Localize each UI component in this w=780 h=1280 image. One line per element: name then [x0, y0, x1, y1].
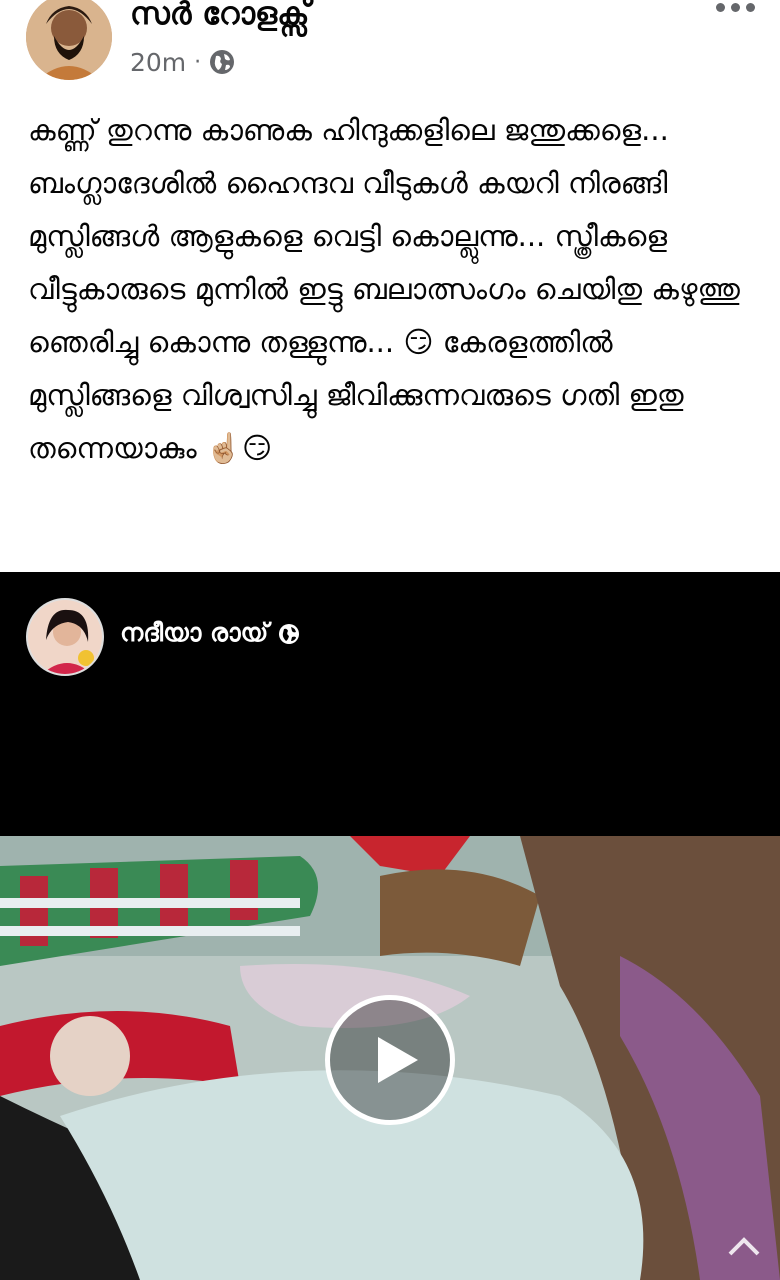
shared-video[interactable]: നദീയാ രായ് [0, 572, 780, 1280]
post-text: കണ്ണ് തുറന്നു കാണുക ഹിന്ദുക്കളിലെ ജന്തുക… [28, 113, 740, 465]
post-time[interactable]: 20m [130, 48, 186, 77]
more-horizontal-icon[interactable] [716, 0, 756, 14]
shared-author-avatar[interactable] [26, 598, 104, 676]
author-avatar-image [26, 0, 112, 80]
globe-icon [209, 49, 235, 75]
post-header: സർ റോളക്സ് 20m · [0, 0, 780, 88]
shared-author-name[interactable]: നദീയാ രായ് [120, 618, 268, 648]
play-triangle [378, 1037, 418, 1083]
shared-avatar-image [28, 600, 102, 674]
globe-icon [278, 622, 300, 644]
author-name[interactable]: സർ റോളക്സ് [130, 0, 310, 34]
author-avatar[interactable] [26, 0, 112, 80]
corner-share-icon[interactable] [724, 1224, 764, 1264]
meta-separator: · [194, 49, 202, 75]
shared-author: നദീയാ രായ് [120, 618, 300, 648]
play-icon[interactable] [325, 995, 455, 1125]
post-meta: 20m · [130, 46, 235, 78]
shared-header: നദീയാ രായ് [0, 572, 780, 682]
